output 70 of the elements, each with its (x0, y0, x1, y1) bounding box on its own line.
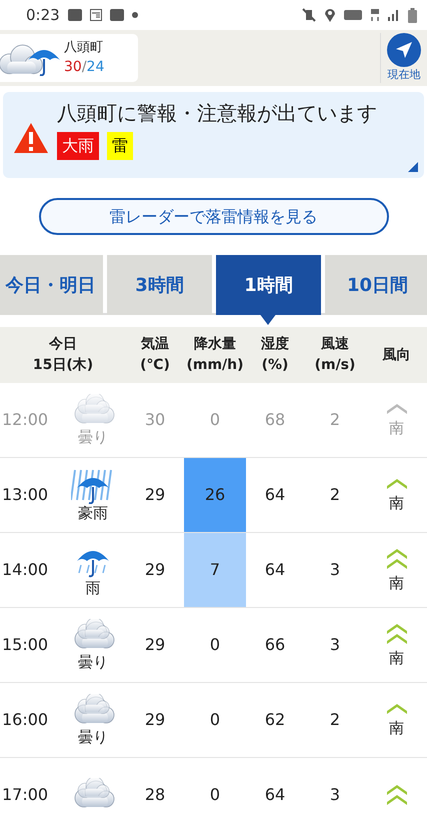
time-cell-text: 15:00 (1, 634, 50, 656)
tab-pointer-icon (259, 313, 277, 325)
news-icon (90, 9, 102, 21)
corner-triangle-icon (408, 162, 418, 172)
precipitation-cell-text: 0 (208, 634, 222, 656)
forecast-tab[interactable]: 10日間 (325, 255, 427, 315)
precipitation-cell-text: 0 (208, 784, 222, 806)
humidity-cell-text: 64 (264, 559, 286, 581)
wind-speed-cell-text: 3 (328, 559, 342, 581)
temperature-range: 30/24 (64, 58, 104, 78)
precipitation-cell-text: 0 (208, 709, 222, 731)
forecast-tab[interactable]: 1時間 (216, 255, 321, 315)
temperature-cell-text: 28 (144, 784, 166, 806)
column-header: 降水量 (mm/h) (185, 335, 245, 375)
warning-icon (13, 122, 49, 154)
forecast-tab[interactable]: 今日・明日 (0, 255, 103, 315)
battery-icon (408, 8, 417, 22)
wind-speed-cell-text: 2 (328, 484, 342, 506)
time-cell-text: 17:00 (1, 784, 50, 806)
humidity-cell-text: 64 (264, 784, 286, 806)
dot-icon (132, 12, 138, 18)
column-header: 気温 (℃) (139, 335, 171, 375)
humidity-cell-text: 64 (264, 484, 286, 506)
temperature-cell-text: 29 (144, 559, 166, 581)
precipitation-cell: 7 (184, 533, 246, 607)
temperature-cell-text: 29 (144, 709, 166, 731)
wind-direction: 南 (389, 419, 404, 437)
radar-link-button[interactable]: 雷レーダーで落雷情報を見る (38, 198, 388, 235)
column-header: 今日 15日(木) (32, 335, 94, 375)
status-time: 0:23 (26, 4, 60, 26)
wind-direction: 南 (389, 719, 404, 737)
alert-banner[interactable]: 八頭町に警報・注意報が出ています 大雨 雷 (3, 92, 424, 178)
warning-tag: 大雨 (57, 132, 99, 160)
weather-label: 雨 (86, 579, 100, 597)
temperature-cell-text: 29 (144, 634, 166, 656)
wind-speed-cell-text: 2 (328, 409, 342, 431)
warning-tag: 雷 (107, 132, 133, 160)
wind-direction: 南 (389, 494, 404, 512)
time-cell-text: 12:00 (1, 409, 50, 431)
location-card[interactable]: 八頭町 30/24 (0, 34, 138, 82)
alert-title: 八頭町に警報・注意報が出ています (57, 100, 377, 127)
weather-label: 豪雨 (78, 504, 108, 522)
weather-label: 曇り (78, 428, 108, 446)
temperature-cell-text: 29 (144, 484, 166, 506)
column-header: 風速 (m/s) (314, 335, 356, 375)
location-pin-icon (324, 8, 336, 22)
temperature-cell-text: 30 (144, 409, 166, 431)
humidity-cell-text: 68 (264, 409, 286, 431)
forecast-tab[interactable]: 3時間 (107, 255, 212, 315)
location-name: 八頭町 (64, 38, 104, 57)
time-cell-text: 16:00 (1, 709, 50, 731)
wind-direction: 南 (389, 574, 404, 592)
mute-vibrate-icon (302, 8, 316, 22)
time-cell-text: 13:00 (1, 484, 50, 506)
time-cell-text: 14:00 (1, 559, 50, 581)
humidity-cell-text: 62 (264, 709, 286, 731)
weather-label: 曇り (78, 728, 108, 746)
column-header: 風向 (381, 346, 412, 364)
wind-direction: 南 (389, 649, 404, 667)
wind-speed-cell-text: 2 (328, 709, 342, 731)
wind-speed-cell-text: 3 (328, 634, 342, 656)
precipitation-cell-text: 0 (208, 409, 222, 431)
humidity-cell-text: 66 (264, 634, 286, 656)
signal-icon (388, 9, 400, 21)
wind-speed-cell-text: 3 (328, 784, 342, 806)
precipitation-cell: 26 (184, 458, 246, 532)
weather-label: 曇り (78, 653, 108, 671)
column-header: 湿度 (%) (260, 334, 290, 375)
umbrella-rain-icon (71, 468, 115, 504)
current-location-button[interactable]: 現在地 (380, 32, 427, 84)
